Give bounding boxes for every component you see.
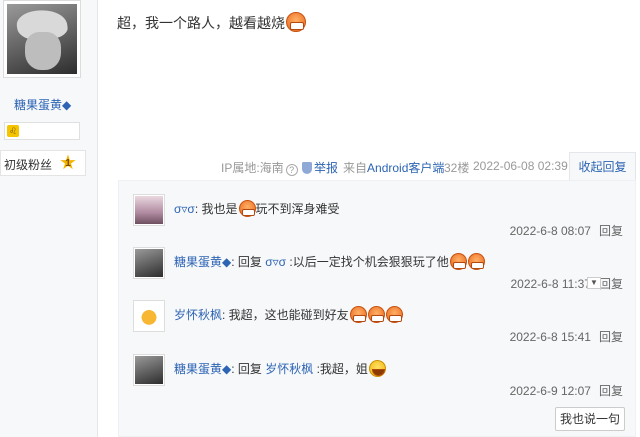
reply-avatar[interactable] bbox=[133, 354, 165, 386]
reply-date: 2022-6-8 08:07 bbox=[509, 224, 591, 238]
star-level-icon: ★ 1 bbox=[57, 153, 79, 173]
reply-button[interactable]: 回复 bbox=[599, 224, 623, 238]
grin-emoji-icon bbox=[367, 306, 385, 323]
reply-content: 岁怀秋枫: 我超，这也能碰到好友 bbox=[174, 306, 403, 323]
reply-meta: 2022-6-8 15:41 回复 bbox=[510, 328, 623, 345]
reply-username[interactable]: 糖果蛋黄◆ bbox=[174, 255, 231, 269]
avatar-image bbox=[135, 302, 163, 330]
reply-meta: 2022-6-8 08:07 回复 bbox=[510, 222, 623, 239]
reply-username[interactable]: 糖果蛋黄◆ bbox=[174, 362, 231, 376]
reply-text-after: :我超，姐 bbox=[313, 362, 368, 376]
laugh-emoji-icon bbox=[368, 360, 386, 377]
chevron-down-icon[interactable]: ▼ bbox=[587, 277, 601, 289]
avatar-image bbox=[135, 249, 163, 277]
say-something-button[interactable]: 我也说一句 bbox=[555, 407, 625, 431]
grin-emoji-icon bbox=[238, 200, 256, 217]
user-avatar[interactable] bbox=[3, 0, 81, 78]
username-link[interactable]: 糖果蛋黄◆ bbox=[14, 96, 71, 113]
reply-meta: 2022-6-8 11:37 回复 bbox=[510, 275, 623, 292]
source-prefix: 来自 bbox=[343, 161, 368, 175]
reply-text: : 回复 bbox=[231, 362, 266, 376]
floor-number: 32楼 bbox=[444, 161, 470, 175]
avatar-image bbox=[135, 196, 163, 224]
ip-location: IP属地:海南? bbox=[221, 159, 298, 176]
reply-target-link[interactable]: 岁怀秋枫 bbox=[265, 362, 313, 376]
help-icon[interactable]: ? bbox=[285, 164, 298, 176]
reply-username[interactable]: 岁怀秋枫 bbox=[174, 308, 222, 322]
ip-text: IP属地:海南 bbox=[221, 161, 284, 175]
reply-content: 糖果蛋黄◆: 回复 岁怀秋枫 :我超，姐 bbox=[174, 360, 386, 377]
avatar-image bbox=[7, 4, 77, 74]
collapse-replies-button[interactable]: 收起回复 bbox=[569, 152, 636, 180]
grin-emoji-icon bbox=[449, 253, 467, 270]
reply-date: 2022-6-8 15:41 bbox=[509, 330, 591, 344]
reply-text-after: :以后一定找个机会狠狠玩了他 bbox=[286, 255, 449, 269]
post-content: 超，我一个路人，越看越烧 bbox=[117, 12, 306, 33]
grin-emoji-icon bbox=[385, 306, 403, 323]
client-link[interactable]: Android客户端 bbox=[367, 161, 444, 175]
grin-emoji-icon bbox=[286, 12, 306, 32]
leo-badge-icon[interactable]: ♌ bbox=[7, 125, 19, 137]
reply-text: : 我超，这也能碰到好友 bbox=[222, 308, 349, 322]
reply-content: σ▿σ: 我也是 玩不到浑身难受 bbox=[174, 200, 340, 217]
reply-text: : 回复 bbox=[231, 255, 266, 269]
post-text: 超，我一个路人，越看越烧 bbox=[117, 15, 285, 31]
level-number: 1 bbox=[65, 158, 71, 169]
user-sidebar: 糖果蛋黄◆ ♌ 初级粉丝 ★ 1 bbox=[0, 0, 98, 437]
reply-avatar[interactable] bbox=[133, 247, 165, 279]
report-label: 举报 bbox=[314, 161, 339, 175]
post-time: 2022-06-08 02:39 bbox=[473, 159, 568, 173]
fan-level-label: 初级粉丝 bbox=[4, 158, 53, 172]
reply-content: 糖果蛋黄◆: 回复 σ▿σ :以后一定找个机会狠狠玩了他 bbox=[174, 253, 485, 270]
reply-date: 2022-6-9 12:07 bbox=[509, 384, 591, 398]
avatar-image bbox=[135, 356, 163, 384]
reply-target-link[interactable]: σ▿σ bbox=[265, 255, 286, 269]
grin-emoji-icon bbox=[349, 306, 367, 323]
reply-button[interactable]: 回复 bbox=[599, 330, 623, 344]
reply-meta: 2022-6-9 12:07 回复 bbox=[510, 382, 623, 399]
reply-text: : 我也是 bbox=[194, 202, 238, 216]
badge-box: ♌ bbox=[4, 122, 80, 140]
shield-icon bbox=[302, 162, 312, 174]
reply-panel: σ▿σ: 我也是 玩不到浑身难受 2022-6-8 08:07 回复 糖果蛋黄◆: … bbox=[118, 180, 636, 437]
grin-emoji-icon bbox=[467, 253, 485, 270]
reply-avatar[interactable] bbox=[133, 300, 165, 332]
reply-date: 2022-6-8 11:37 bbox=[510, 277, 591, 291]
reply-button[interactable]: 回复 bbox=[599, 384, 623, 398]
reply-avatar[interactable] bbox=[133, 194, 165, 226]
post-source: 来自Android客户端 bbox=[343, 159, 444, 175]
report-link[interactable]: 举报 bbox=[302, 159, 338, 175]
reply-text-after: 玩不到浑身难受 bbox=[255, 202, 340, 216]
fan-level-box[interactable]: 初级粉丝 ★ 1 bbox=[0, 150, 86, 176]
reply-username[interactable]: σ▿σ bbox=[174, 202, 195, 216]
reply-button[interactable]: 回复 bbox=[599, 277, 623, 291]
